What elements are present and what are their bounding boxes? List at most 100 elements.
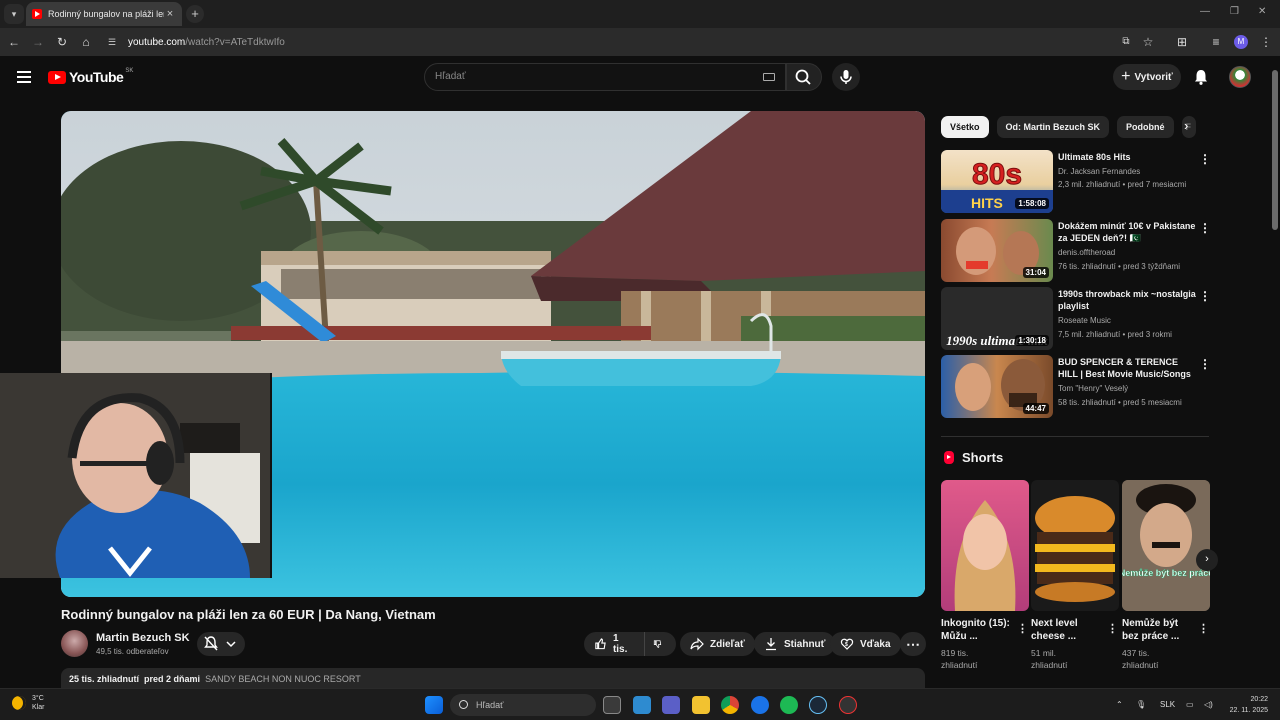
new-tab-button[interactable]: + xyxy=(186,5,204,23)
chrome-icon[interactable] xyxy=(721,696,739,714)
more-options-icon[interactable]: ⋮ xyxy=(1017,622,1028,635)
video-thumbnail[interactable]: 44:47 xyxy=(941,355,1053,418)
chip-all[interactable]: Všetko xyxy=(941,116,989,138)
location-tag[interactable]: SANDY BEACH NON NUOC RESORT xyxy=(205,674,361,684)
recommendation-channel[interactable]: Tom "Henry" Veselý xyxy=(1058,384,1128,393)
scrollbar-thumb[interactable] xyxy=(1272,70,1278,230)
language-indicator[interactable]: SLK xyxy=(1160,700,1175,709)
install-app-icon[interactable]: ⧉ xyxy=(1118,34,1134,50)
steam-icon[interactable] xyxy=(809,696,827,714)
recommendation-channel[interactable]: Roseate Music xyxy=(1058,316,1111,325)
short-thumbnail[interactable] xyxy=(1031,480,1119,611)
microphone-tray-icon[interactable]: 🎙 xyxy=(1136,700,1146,709)
search-button[interactable] xyxy=(786,63,822,91)
video-thumbnail[interactable]: 31:04 xyxy=(941,219,1053,282)
recommendation-title[interactable]: Dokážem minúť 10€ v Pakistane za JEDEN d… xyxy=(1058,220,1198,244)
taskbar-search[interactable]: Hľadať xyxy=(450,694,596,716)
shorts-title: Shorts xyxy=(962,450,1004,465)
more-options-icon[interactable]: ⋮ xyxy=(1199,289,1211,303)
reload-icon[interactable]: ↻ xyxy=(54,34,70,50)
search-input[interactable]: Hľadať xyxy=(424,63,786,91)
short-thumbnail[interactable]: Nemůže být bez práce xyxy=(1122,480,1210,611)
maximize-icon[interactable]: ❐ xyxy=(1230,6,1239,17)
recommendation-channel[interactable]: denis.offtheroad xyxy=(1058,248,1115,257)
short-item[interactable]: Next level cheese ... 51 mil. zhliadnutí … xyxy=(1031,480,1119,671)
account-avatar[interactable] xyxy=(1229,66,1251,88)
short-title[interactable]: Nemůže být bez práce ... xyxy=(1122,617,1196,643)
clock[interactable]: 20:22 22. 11. 2025 xyxy=(1222,694,1268,716)
subscription-notifications-button[interactable] xyxy=(197,632,245,656)
weather-widget[interactable]: 3°C Klar xyxy=(12,694,44,712)
recommendation-title[interactable]: Ultimate 80s Hits xyxy=(1058,151,1198,163)
download-label: Stiahnuť xyxy=(784,638,826,650)
short-item[interactable]: Nemůže být bez práce Nemůže být bez prác… xyxy=(1122,480,1210,671)
reading-list-icon[interactable]: ≡ xyxy=(1208,34,1224,50)
recommendation-item[interactable]: 44:47 BUD SPENCER & TERENCE HILL | Best … xyxy=(941,355,1211,419)
home-icon[interactable]: ⌂ xyxy=(78,34,94,50)
video-thumbnail[interactable]: 1990s ultimate mix 1:30:18 xyxy=(941,287,1053,350)
channel-name[interactable]: Martin Bezuch SK xyxy=(96,632,190,644)
app-icon[interactable] xyxy=(839,696,857,714)
more-actions-icon[interactable]: ⋯ xyxy=(900,632,926,656)
video-duration: 31:04 xyxy=(1022,267,1049,278)
browser-menu-icon[interactable]: ⋮ xyxy=(1258,34,1274,50)
more-options-icon[interactable]: ⋮ xyxy=(1199,152,1211,166)
more-options-icon[interactable]: ⋮ xyxy=(1199,221,1211,235)
share-button[interactable]: Zdieľať xyxy=(680,632,755,656)
menu-icon[interactable] xyxy=(17,71,31,83)
browser-tab[interactable]: Rodinný bungalov na pláži len × xyxy=(26,2,182,26)
url-bar[interactable]: ☰ youtube.com /watch?v=ATeTdktwIfo xyxy=(104,32,1134,52)
more-options-icon[interactable]: ⋮ xyxy=(1107,622,1118,635)
short-item[interactable]: Inkognito (15): Můžu ... 819 tis. zhliadn… xyxy=(941,480,1029,671)
recommendation-item[interactable]: 1990s ultimate mix 1:30:18 1990s throwba… xyxy=(941,287,1211,351)
volume-icon[interactable]: ◁) xyxy=(1204,700,1213,709)
channel-avatar[interactable] xyxy=(61,630,88,657)
windows-start-icon[interactable] xyxy=(425,696,443,714)
youtube-logo[interactable]: YouTube SK xyxy=(48,68,133,85)
back-icon[interactable]: ← xyxy=(6,34,22,50)
task-view-icon[interactable] xyxy=(603,696,621,714)
more-options-icon[interactable]: ⋮ xyxy=(1199,357,1211,371)
chips-next-icon[interactable]: › xyxy=(1184,118,1188,133)
chip-from-channel[interactable]: Od: Martin Bezuch SK xyxy=(996,116,1110,138)
bookmark-star-icon[interactable]: ☆ xyxy=(1140,34,1156,50)
short-title[interactable]: Next level cheese ... xyxy=(1031,617,1105,643)
short-title[interactable]: Inkognito (15): Můžu ... xyxy=(941,617,1015,643)
widgets-icon[interactable] xyxy=(633,696,651,714)
extensions-icon[interactable]: ⊞ xyxy=(1174,34,1190,50)
thanks-button[interactable]: $ Vďaka xyxy=(830,632,901,656)
tab-close-icon[interactable]: × xyxy=(164,8,176,20)
file-explorer-icon[interactable] xyxy=(692,696,710,714)
recommendation-title[interactable]: BUD SPENCER & TERENCE HILL | Best Movie … xyxy=(1058,356,1198,380)
create-button[interactable]: + Vytvoriť xyxy=(1113,64,1181,90)
video-thumbnail[interactable]: 80s HITS 1:58:08 xyxy=(941,150,1053,213)
download-button[interactable]: Stiahnuť xyxy=(754,632,836,656)
tab-search-icon[interactable]: ▾ xyxy=(4,4,24,24)
minimize-icon[interactable]: — xyxy=(1200,6,1210,17)
teams-icon[interactable] xyxy=(662,696,680,714)
view-count: 25 tis. zhliadnutí xyxy=(69,674,140,684)
network-icon[interactable]: ▭ xyxy=(1186,700,1194,709)
site-info-icon[interactable]: ☰ xyxy=(104,37,120,48)
page-scrollbar[interactable] xyxy=(1270,56,1280,688)
spotify-icon[interactable] xyxy=(780,696,798,714)
voice-search-button[interactable] xyxy=(832,63,860,91)
tab-title: Rodinný bungalov na pláži len xyxy=(48,9,164,19)
recommendation-item[interactable]: 31:04 Dokážem minúť 10€ v Pakistane za J… xyxy=(941,219,1211,283)
forward-icon[interactable]: → xyxy=(30,34,46,50)
dislike-button[interactable] xyxy=(644,632,676,656)
keyboard-icon[interactable] xyxy=(763,73,775,81)
chip-related[interactable]: Podobné xyxy=(1117,116,1174,138)
notifications-bell-icon[interactable] xyxy=(1192,68,1210,86)
recommendation-title[interactable]: 1990s throwback mix ~nostalgia playlist xyxy=(1058,288,1198,312)
edge-icon[interactable] xyxy=(751,696,769,714)
recommendation-channel[interactable]: Dr. Jacksan Fernandes xyxy=(1058,167,1140,176)
short-thumbnail[interactable] xyxy=(941,480,1029,611)
recommendation-item[interactable]: 80s HITS 1:58:08 Ultimate 80s Hits Dr. J… xyxy=(941,150,1211,214)
browser-profile-avatar[interactable]: M xyxy=(1234,35,1248,49)
shorts-next-icon[interactable]: › xyxy=(1196,549,1218,571)
more-options-icon[interactable]: ⋮ xyxy=(1198,622,1209,635)
close-window-icon[interactable]: ✕ xyxy=(1258,6,1266,17)
like-button[interactable]: 1 tis. xyxy=(584,632,644,656)
tray-chevron-icon[interactable]: ⌃ xyxy=(1116,700,1123,709)
